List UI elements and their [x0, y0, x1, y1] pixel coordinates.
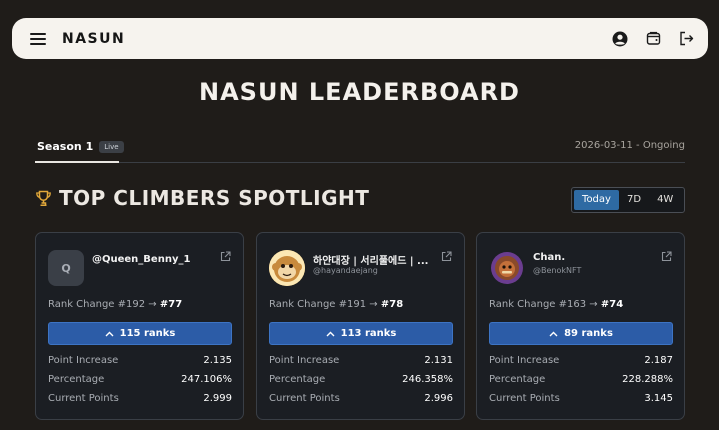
ranks-climbed-value: 113 ranks [340, 328, 397, 339]
climber-handle: @hayandaejang [313, 266, 378, 275]
tab-label: Season 1 [37, 140, 94, 153]
stat-row-point-increase: Point Increase 2.131 [269, 355, 453, 366]
stat-row-percentage: Percentage 246.358% [269, 374, 453, 385]
stat-label: Percentage [269, 374, 326, 385]
rank-to: #78 [380, 299, 404, 310]
stat-label: Current Points [48, 393, 119, 404]
live-badge: Live [99, 141, 124, 153]
stat-label: Percentage [48, 374, 105, 385]
stat-row-current-points: Current Points 2.999 [48, 393, 232, 404]
ranks-climbed-value: 115 ranks [119, 328, 176, 339]
rank-from: #192 [117, 299, 146, 310]
climber-name: 하얀대장 | 서리풀에드 | ... [313, 256, 429, 267]
chevron-up-icon [326, 331, 335, 336]
trophy-icon [36, 190, 51, 206]
stat-row-percentage: Percentage 247.106% [48, 374, 232, 385]
top-nav-bar: NASUN [12, 18, 708, 59]
menu-icon[interactable] [30, 32, 46, 45]
ranks-climbed-badge[interactable]: 89 ranks [489, 322, 673, 345]
stat-label: Current Points [269, 393, 340, 404]
logout-icon[interactable] [679, 31, 694, 46]
stat-row-point-increase: Point Increase 2.135 [48, 355, 232, 366]
wallet-icon[interactable] [646, 31, 661, 46]
period-7d-button[interactable]: 7D [619, 190, 649, 210]
stat-value: 2.131 [424, 355, 453, 366]
rank-from: #191 [338, 299, 367, 310]
arrow-right-icon: → [369, 299, 378, 310]
stat-row-percentage: Percentage 228.288% [489, 374, 673, 385]
spotlight-title: TOP CLIMBERS SPOTLIGHT [59, 186, 370, 210]
stat-value: 2.999 [203, 393, 232, 404]
spotlight-heading: TOP CLIMBERS SPOTLIGHT [35, 186, 369, 210]
season-tabs: Season 1 Live 2026-03-11 - Ongoing [35, 138, 685, 163]
stat-label: Point Increase [489, 355, 560, 366]
stat-value: 2.135 [203, 355, 232, 366]
period-4w-button[interactable]: 4W [649, 190, 681, 210]
ranks-climbed-value: 89 ranks [564, 328, 613, 339]
period-today-button[interactable]: Today [574, 190, 619, 210]
stat-value: 2.996 [424, 393, 453, 404]
stat-row-point-increase: Point Increase 2.187 [489, 355, 673, 366]
arrow-right-icon: → [148, 299, 157, 310]
external-link-icon[interactable] [661, 251, 672, 262]
logo[interactable]: NASUN [62, 31, 125, 47]
climber-handle: @BenokNFT [533, 266, 582, 275]
stat-value: 247.106% [181, 374, 232, 385]
stat-label: Point Increase [48, 355, 119, 366]
ranks-climbed-badge[interactable]: 115 ranks [48, 322, 232, 345]
external-link-icon[interactable] [220, 251, 231, 262]
page-title: NASUN LEADERBOARD [199, 78, 520, 106]
rank-change: Rank Change #192 → #77 [48, 299, 182, 310]
stat-value: 228.288% [622, 374, 673, 385]
rank-change-label: Rank Change [269, 299, 336, 310]
climber-card[interactable]: 하얀대장 | 서리풀에드 | ... @hayandaejang Rank Ch… [256, 232, 465, 420]
rank-change: Rank Change #163 → #74 [489, 299, 623, 310]
tab-season-1[interactable]: Season 1 Live [35, 138, 126, 163]
avatar: Q [48, 250, 84, 286]
active-tab-indicator [35, 161, 119, 163]
monkey-avatar-icon [269, 250, 305, 286]
stat-label: Point Increase [269, 355, 340, 366]
rank-from: #163 [558, 299, 587, 310]
stat-row-current-points: Current Points 3.145 [489, 393, 673, 404]
external-link-icon[interactable] [441, 251, 452, 262]
stat-label: Percentage [489, 374, 546, 385]
rank-to: #74 [600, 299, 624, 310]
rank-change: Rank Change #191 → #78 [269, 299, 403, 310]
rank-to: #77 [159, 299, 183, 310]
stat-value: 246.358% [402, 374, 453, 385]
chevron-up-icon [105, 331, 114, 336]
ranks-climbed-badge[interactable]: 113 ranks [269, 322, 453, 345]
period-toggle: Today 7D 4W [571, 187, 685, 213]
season-date-range: 2026-03-11 - Ongoing [574, 140, 685, 151]
avatar [269, 250, 305, 286]
chevron-up-icon [549, 331, 558, 336]
arrow-right-icon: → [589, 299, 598, 310]
profile-icon[interactable] [612, 31, 628, 47]
climber-name: @Queen_Benny_1 [92, 254, 191, 265]
avatar [489, 250, 525, 286]
stat-row-current-points: Current Points 2.996 [269, 393, 453, 404]
stat-value: 3.145 [644, 393, 673, 404]
climber-name: Chan. [533, 252, 566, 263]
nft-avatar-icon [489, 250, 525, 286]
climber-card[interactable]: Chan. @BenokNFT Rank Change #163 → #74 8… [476, 232, 685, 420]
stat-label: Current Points [489, 393, 560, 404]
rank-change-label: Rank Change [48, 299, 115, 310]
climber-card[interactable]: Q @Queen_Benny_1 Rank Change #192 → #77 … [35, 232, 244, 420]
rank-change-label: Rank Change [489, 299, 556, 310]
stat-value: 2.187 [644, 355, 673, 366]
